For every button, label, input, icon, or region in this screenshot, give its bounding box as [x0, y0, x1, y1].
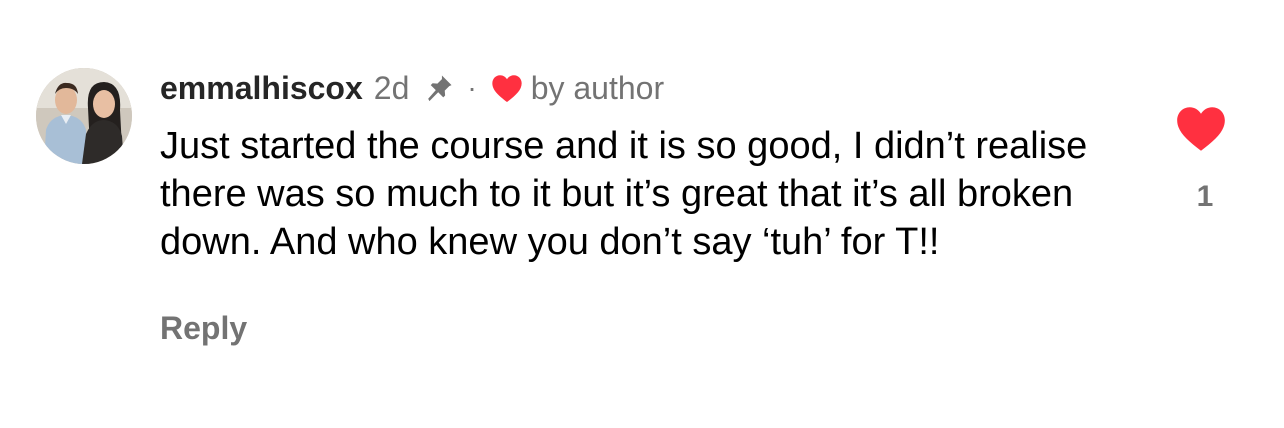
comment-text: Just started the course and it is so goo… — [160, 125, 1088, 263]
meta-separator: · — [467, 72, 477, 103]
like-column: 1 — [1170, 104, 1232, 214]
comment: emmalhiscox 2d · by author Just started … — [0, 0, 1284, 428]
heart-icon — [491, 73, 523, 103]
heart-icon — [1177, 107, 1225, 151]
pin-icon — [423, 72, 455, 104]
timestamp: 2d — [373, 69, 410, 106]
reply-button[interactable]: Reply — [160, 310, 247, 347]
liked-by-author-label: by author — [530, 69, 665, 106]
username[interactable]: emmalhiscox — [160, 70, 363, 107]
like-count[interactable]: 1 — [1197, 180, 1214, 214]
avatar[interactable] — [36, 68, 132, 164]
like-button[interactable] — [1175, 104, 1227, 152]
comment-meta: emmalhiscox 2d · by author — [160, 66, 1140, 110]
comment-body: emmalhiscox 2d · by author Just started … — [160, 66, 1140, 347]
avatar-image — [36, 68, 132, 164]
